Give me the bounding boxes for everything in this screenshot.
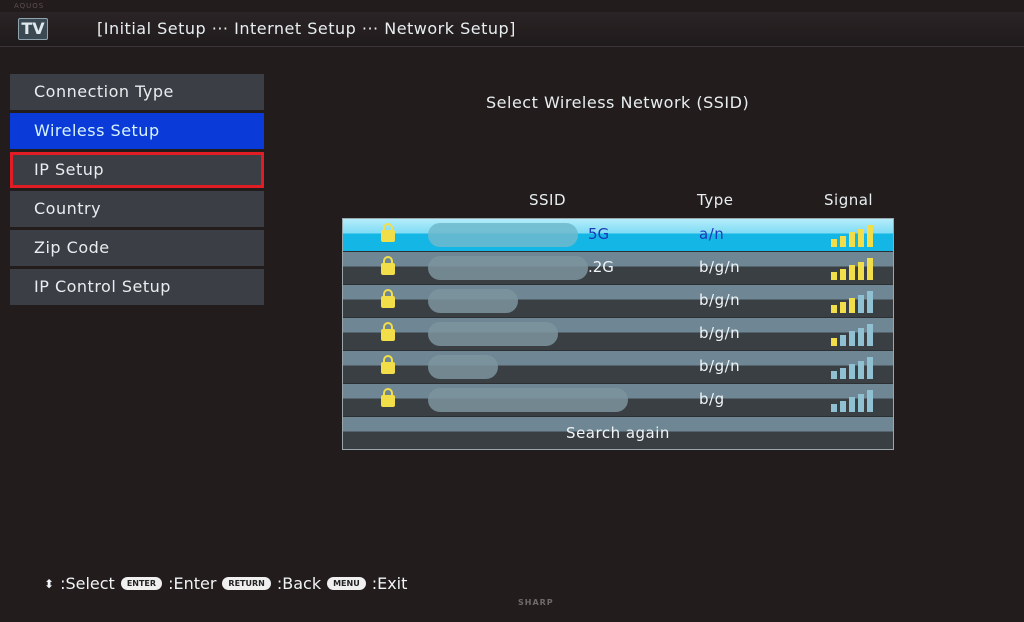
signal-bar <box>858 261 864 280</box>
signal-bar <box>831 272 837 280</box>
brand-logo: SHARP <box>518 598 554 607</box>
signal-bar <box>867 357 873 379</box>
signal-bar <box>849 331 855 346</box>
menu-item-zip-code[interactable]: Zip Code <box>10 230 264 266</box>
ssid-redacted <box>428 322 558 346</box>
enter-key-icon: ENTER <box>120 577 163 590</box>
network-row[interactable]: 5G a/n <box>343 219 893 251</box>
bezel-label: AQUOS <box>14 2 45 10</box>
signal-bar <box>831 338 837 346</box>
up-down-arrow-icon: ⬍ <box>44 576 55 591</box>
signal-bar <box>858 327 864 346</box>
network-type: b/g/n <box>699 258 741 276</box>
lock-icon <box>381 355 395 374</box>
signal-bar <box>858 360 864 379</box>
menu-item-ip-setup[interactable]: IP Setup <box>10 152 264 188</box>
lock-icon <box>381 289 395 308</box>
ssid-redacted <box>428 289 518 313</box>
signal-bar <box>840 235 846 247</box>
network-row[interactable]: b/g/n <box>343 351 893 383</box>
signal-bar <box>858 393 864 412</box>
exit-hint: :Exit <box>371 574 408 593</box>
signal-bar <box>849 232 855 247</box>
signal-bar <box>867 324 873 346</box>
ssid-redacted <box>428 388 628 412</box>
network-row[interactable]: .2G b/g/n <box>343 252 893 284</box>
enter-hint: :Enter <box>168 574 217 593</box>
signal-bar <box>831 371 837 379</box>
lock-icon <box>381 322 395 341</box>
lock-icon <box>381 256 395 275</box>
signal-bar <box>840 268 846 280</box>
network-row[interactable]: b/g <box>343 384 893 416</box>
column-header-type: Type <box>697 191 734 209</box>
ssid-redacted <box>428 223 578 247</box>
network-type: a/n <box>699 225 725 243</box>
signal-bar <box>867 291 873 313</box>
network-list: 5G a/n .2G b/g/n b/g/n b/g/n b/g/n b/g Search a… <box>342 218 894 450</box>
signal-bar <box>831 305 837 313</box>
menu-item-ip-control-setup[interactable]: IP Control Setup <box>10 269 264 305</box>
menu-item-connection-type[interactable]: Connection Type <box>10 74 264 110</box>
signal-bar <box>831 404 837 412</box>
ssid-text: 5G <box>588 225 610 243</box>
network-type: b/g <box>699 390 725 408</box>
signal-strength-icon <box>831 225 875 247</box>
signal-strength-icon <box>831 258 875 280</box>
lock-icon <box>381 388 395 407</box>
signal-strength-icon <box>831 291 875 313</box>
column-header-ssid: SSID <box>529 191 567 209</box>
signal-bar <box>849 265 855 280</box>
column-header-signal: Signal <box>824 191 874 209</box>
signal-bar <box>867 390 873 412</box>
signal-bar <box>849 298 855 313</box>
footer-help: ⬍ :Select ENTER :Enter RETURN :Back MENU… <box>44 574 407 593</box>
panel-title: Select Wireless Network (SSID) <box>486 93 750 112</box>
tv-logo: TV <box>18 18 48 40</box>
network-type: b/g/n <box>699 291 741 309</box>
menu-key-icon: MENU <box>327 577 366 590</box>
signal-strength-icon <box>831 390 875 412</box>
signal-strength-icon <box>831 357 875 379</box>
signal-bar <box>840 400 846 412</box>
select-hint: :Select <box>60 574 115 593</box>
signal-bar <box>840 301 846 313</box>
signal-bar <box>840 334 846 346</box>
back-hint: :Back <box>276 574 322 593</box>
lock-icon <box>381 223 395 242</box>
signal-bar <box>840 367 846 379</box>
setup-menu: Connection Type Wireless Setup IP Setup … <box>10 74 264 308</box>
signal-bar <box>849 364 855 379</box>
ssid-redacted <box>428 355 498 379</box>
breadcrumb: [Initial Setup ··· Internet Setup ··· Ne… <box>97 19 516 38</box>
signal-bar <box>858 294 864 313</box>
network-type: b/g/n <box>699 357 741 375</box>
signal-bar <box>849 397 855 412</box>
signal-strength-icon <box>831 324 875 346</box>
network-row[interactable]: b/g/n <box>343 318 893 350</box>
signal-bar <box>867 258 873 280</box>
return-key-icon: RETURN <box>222 577 271 590</box>
ssid-redacted <box>428 256 588 280</box>
signal-bar <box>867 225 873 247</box>
menu-item-wireless-setup[interactable]: Wireless Setup <box>10 113 264 149</box>
signal-bar <box>831 239 837 247</box>
menu-item-country[interactable]: Country <box>10 191 264 227</box>
network-type: b/g/n <box>699 324 741 342</box>
signal-bar <box>858 228 864 247</box>
search-again-button[interactable]: Search again <box>343 417 893 449</box>
ssid-text: .2G <box>588 258 614 276</box>
network-row[interactable]: b/g/n <box>343 285 893 317</box>
